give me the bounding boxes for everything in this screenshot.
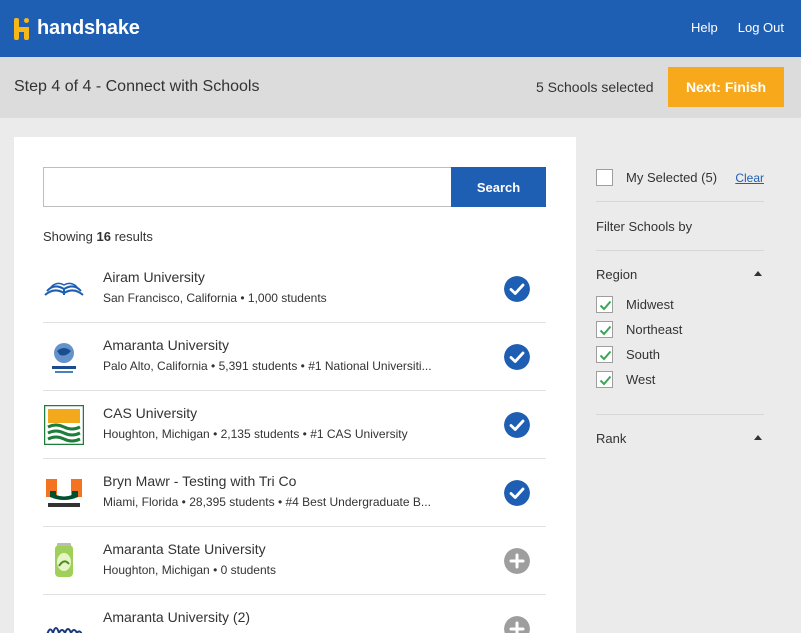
top-bar: handshake Help Log Out (0, 0, 801, 57)
selected-check-icon[interactable] (504, 480, 530, 506)
school-meta: San Francisco, California • 1,000 studen… (103, 291, 327, 305)
region-option-south[interactable]: South (596, 346, 756, 364)
my-selected-filter: My Selected (5) Clear (596, 156, 764, 202)
list-item[interactable]: Amaranta State University Houghton, Mich… (43, 527, 546, 595)
my-selected-label: My Selected (5) (626, 170, 718, 185)
checkbox[interactable] (596, 296, 613, 313)
check-icon (599, 325, 612, 336)
school-meta: Houghton, Michigan • 2,135 students • #1… (103, 427, 408, 441)
filter-heading-label: Filter Schools by (596, 219, 693, 234)
region-option-west[interactable]: West (596, 371, 756, 389)
selected-check-icon[interactable] (504, 412, 530, 438)
region-option-midwest[interactable]: Midwest (596, 296, 756, 314)
sunrise-waves-logo (43, 404, 85, 446)
school-meta: Houghton, Michigan • 0 students (103, 563, 276, 577)
selected-check-icon[interactable] (504, 276, 530, 302)
soda-can-logo (43, 540, 85, 582)
filter-heading: Filter Schools by (596, 202, 764, 251)
region-option-label: Midwest (626, 297, 674, 312)
results-list: Airam University San Francisco, Californ… (43, 255, 546, 633)
region-filter: Region Midwest Northeast South West (596, 251, 764, 415)
rank-filter: Rank (596, 415, 764, 465)
search-button[interactable]: Search (451, 167, 546, 207)
region-option-label: West (626, 372, 656, 387)
results-count: Showing 16 results (43, 229, 153, 244)
region-option-label: Northeast (626, 322, 683, 337)
clear-link[interactable]: Clear (735, 171, 764, 185)
top-nav: Help Log Out (691, 20, 784, 35)
selected-check-icon[interactable] (504, 344, 530, 370)
checkbox[interactable] (596, 371, 613, 388)
berkeley-logo (43, 608, 85, 633)
collapse-caret-icon[interactable] (754, 271, 762, 276)
school-meta: Palo Alto, California • 5,391 students •… (103, 359, 432, 373)
list-item[interactable]: Bryn Mawr - Testing with Tri Co Miami, F… (43, 459, 546, 527)
school-name: Bryn Mawr - Testing with Tri Co (103, 473, 297, 489)
school-meta: Miami, Florida • 28,395 students • #4 Be… (103, 495, 431, 509)
my-selected-checkbox[interactable] (596, 169, 613, 186)
add-icon[interactable] (504, 548, 530, 574)
region-header[interactable]: Region (596, 267, 637, 282)
u-miami-logo (43, 472, 85, 514)
collapse-caret-icon[interactable] (754, 435, 762, 440)
handshake-mark-icon (14, 17, 34, 40)
school-search-card: Search Showing 16 results Airam Universi… (14, 137, 576, 633)
checkbox[interactable] (596, 321, 613, 338)
list-item[interactable]: Amaranta University Palo Alto, Californi… (43, 323, 546, 391)
check-icon (599, 300, 612, 311)
logout-link[interactable]: Log Out (738, 20, 784, 35)
region-option-northeast[interactable]: Northeast (596, 321, 756, 339)
checkbox[interactable] (596, 346, 613, 363)
globe-seal-logo (43, 336, 85, 378)
school-name: CAS University (103, 405, 198, 421)
region-option-label: South (626, 347, 660, 362)
school-name: Amaranta State University (103, 541, 266, 557)
list-item[interactable]: Amaranta University (2) (43, 595, 546, 633)
next-finish-button[interactable]: Next: Finish (668, 67, 784, 107)
list-item[interactable]: CAS University Houghton, Michigan • 2,13… (43, 391, 546, 459)
help-link[interactable]: Help (691, 20, 718, 35)
check-icon (599, 350, 612, 361)
list-item[interactable]: Airam University San Francisco, Californ… (43, 255, 546, 323)
handshake-logo[interactable]: handshake (14, 17, 140, 40)
check-icon (599, 375, 612, 386)
rank-header[interactable]: Rank (596, 431, 626, 446)
step-title: Step 4 of 4 - Connect with Schools (14, 78, 260, 95)
brand-name: handshake (37, 17, 140, 39)
selected-count: 5 Schools selected (536, 79, 654, 95)
school-name: Airam University (103, 269, 205, 285)
step-bar: Step 4 of 4 - Connect with Schools 5 Sch… (0, 57, 801, 118)
school-name: Amaranta University (103, 337, 230, 353)
school-name: Amaranta University (2) (103, 609, 251, 625)
school-search-input[interactable] (43, 167, 451, 207)
open-book-logo (43, 268, 85, 310)
filter-sidebar: My Selected (5) Clear Filter Schools by … (596, 156, 764, 465)
add-icon[interactable] (504, 616, 530, 633)
